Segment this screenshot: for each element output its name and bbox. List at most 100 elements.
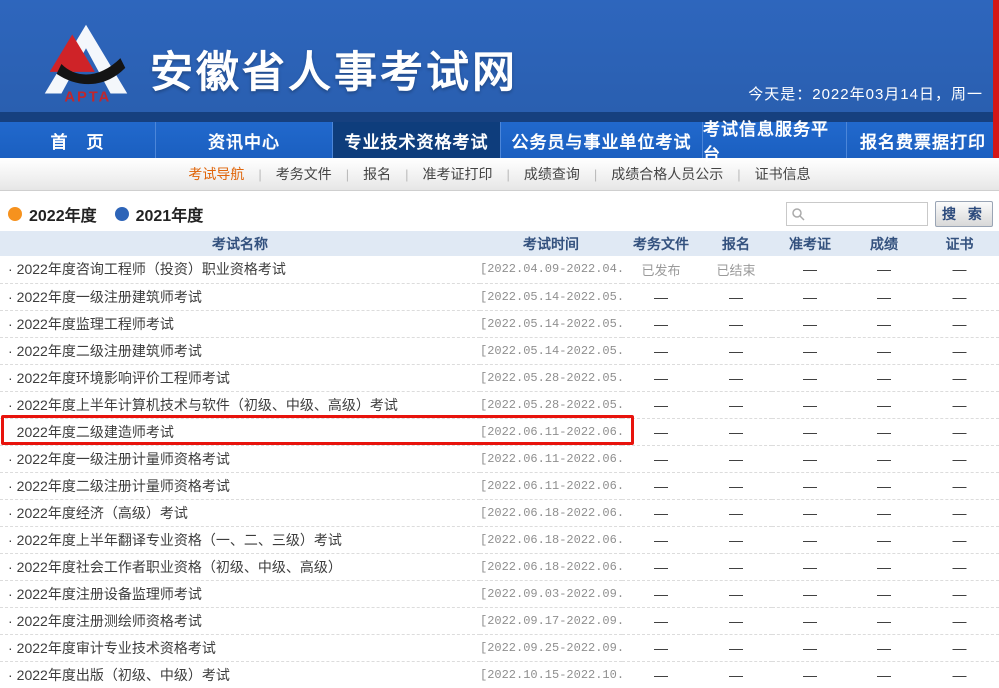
exam-time: [2022.05.14-2022.05.15] [480,310,622,337]
bullet: · [8,397,13,413]
registration-status: — [700,337,772,364]
search-button[interactable]: 搜 索 [935,201,993,227]
col-exam-time: 考试时间 [480,231,622,256]
score-status: — [848,553,920,580]
subnav-separator: | [737,167,740,182]
exam-docs-status: — [622,661,700,688]
nav-item-2[interactable]: 专业技术资格考试 [332,122,500,158]
nav-item-label: 首 页 [51,128,105,153]
subnav-item-1[interactable]: 考务文件 [276,164,332,184]
subnav-item-5[interactable]: 成绩合格人员公示 [611,164,723,184]
score-status: — [848,634,920,661]
bullet: · [8,532,13,548]
nav-item-label: 资讯中心 [208,128,280,153]
col-score: 成绩 [848,231,920,256]
admission-ticket-status: — [772,310,848,337]
exam-table: 考试名称 考试时间 考务文件 报名 准考证 成绩 证书 ·2022年度咨询工程师… [0,231,999,688]
exam-name-link[interactable]: ·2022年度注册设备监理师考试 [0,580,480,607]
registration-status: — [700,472,772,499]
exam-name-link[interactable]: ·2022年度环境影响评价工程师考试 [0,364,480,391]
search-box: 搜 索 [786,201,993,227]
score-status: — [848,310,920,337]
subnav-item-4[interactable]: 成绩查询 [524,164,580,184]
nav-item-0[interactable]: 首 页 [0,122,155,158]
exam-row: ·2022年度审计专业技术资格考试 [2022.09.25-2022.09.25… [0,634,999,661]
certificate-status: — [920,256,999,283]
exam-name-link[interactable]: ·2022年度二级建造师考试 [0,418,480,445]
admission-ticket-status: — [772,526,848,553]
year-label: 2021年度 [136,202,204,226]
certificate-status: — [920,283,999,310]
score-status: — [848,499,920,526]
exam-row: ·2022年度一级注册计量师资格考试 [2022.06.11-2022.06.1… [0,445,999,472]
score-status: — [848,256,920,283]
exam-docs-status: 已发布 [622,256,700,283]
nav-item-1[interactable]: 资讯中心 [155,122,332,158]
exam-docs-status: — [622,418,700,445]
col-exam-docs: 考务文件 [622,231,700,256]
exam-time: [2022.10.15-2022.10.15] [480,661,622,688]
subnav-item-6[interactable]: 证书信息 [755,164,811,184]
nav-item-5[interactable]: 报名费票据打印 [846,122,999,158]
registration-status: — [700,310,772,337]
score-status: — [848,418,920,445]
admission-ticket-status: — [772,607,848,634]
exam-name-link[interactable]: ·2022年度一级注册计量师资格考试 [0,445,480,472]
registration-status: — [700,607,772,634]
header-banner: APTA 安徽省人事考试网 今天是：2022年03月14日，周一 [0,0,999,112]
exam-time: [2022.06.11-2022.06.12] [480,472,622,499]
exam-name-link[interactable]: ·2022年度二级注册计量师资格考试 [0,472,480,499]
year-tab-2021[interactable]: 2021年度 [115,202,204,226]
exam-name-link[interactable]: ·2022年度监理工程师考试 [0,310,480,337]
exam-name-link[interactable]: ·2022年度审计专业技术资格考试 [0,634,480,661]
exam-name-link[interactable]: ·2022年度上半年翻译专业资格（一、二、三级）考试 [0,526,480,553]
bullet: · [8,613,13,629]
year-tab-2022[interactable]: 2022年度 [8,202,97,226]
exam-name-link[interactable]: ·2022年度出版（初级、中级）考试 [0,661,480,688]
subnav-item-0[interactable]: 考试导航 [188,164,244,184]
score-status: — [848,526,920,553]
certificate-status: — [920,580,999,607]
exam-name-link[interactable]: ·2022年度社会工作者职业资格（初级、中级、高级） [0,553,480,580]
exam-name-link[interactable]: ·2022年度上半年计算机技术与软件（初级、中级、高级）考试 [0,391,480,418]
exam-time: [2022.05.14-2022.05.22] [480,283,622,310]
exam-docs-status: — [622,310,700,337]
nav-item-3[interactable]: 公务员与事业单位考试 [500,122,702,158]
exam-name-link[interactable]: ·2022年度注册测绘师资格考试 [0,607,480,634]
score-status: — [848,283,920,310]
exam-name-link[interactable]: ·2022年度一级注册建筑师考试 [0,283,480,310]
year-label: 2022年度 [29,202,97,226]
nav-item-4[interactable]: 考试信息服务平台 [702,122,846,158]
exam-name-link[interactable]: ·2022年度经济（高级）考试 [0,499,480,526]
admission-ticket-status: — [772,499,848,526]
admission-ticket-status: — [772,364,848,391]
bullet: · [8,370,13,386]
registration-status: — [700,580,772,607]
search-input[interactable] [786,202,928,226]
admission-ticket-status: — [772,391,848,418]
exam-docs-status: — [622,553,700,580]
exam-name-link[interactable]: ·2022年度二级注册建筑师考试 [0,337,480,364]
nav-item-label: 专业技术资格考试 [345,128,489,153]
exam-row: ·2022年度注册设备监理师考试 [2022.09.03-2022.09.04]… [0,580,999,607]
exam-name-link[interactable]: ·2022年度咨询工程师（投资）职业资格考试 [0,256,480,283]
filter-row: 2022年度 2021年度 搜 索 [0,199,999,229]
exam-row: ·2022年度上半年翻译专业资格（一、二、三级）考试 [2022.06.18-2… [0,526,999,553]
registration-status: — [700,526,772,553]
registration-status: — [700,553,772,580]
certificate-status: — [920,607,999,634]
content-area: 2022年度 2021年度 搜 索 考试名称 [0,199,999,688]
col-certificate: 证书 [920,231,999,256]
orange-dot-icon [8,207,22,221]
exam-row: ·2022年度环境影响评价工程师考试 [2022.05.28-2022.05.2… [0,364,999,391]
subnav-item-3[interactable]: 准考证打印 [423,164,493,184]
bullet: · [8,451,13,467]
score-status: — [848,472,920,499]
subnav-separator: | [507,167,510,182]
certificate-status: — [920,364,999,391]
site-title: 安徽省人事考试网 [150,38,518,100]
subnav-item-2[interactable]: 报名 [363,164,391,184]
registration-status: — [700,364,772,391]
registration-status: 已结束 [700,256,772,283]
exam-docs-status: — [622,364,700,391]
